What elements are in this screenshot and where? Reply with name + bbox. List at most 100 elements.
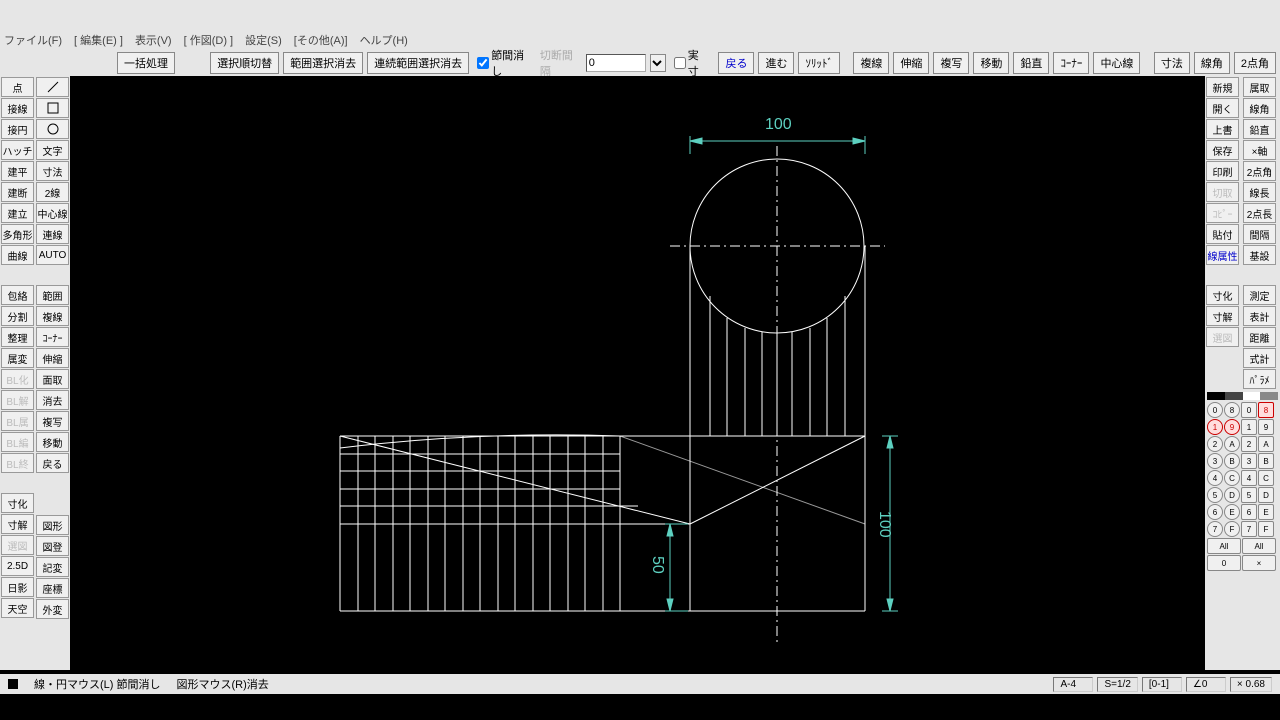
tool-l1b-5[interactable]: BL解 — [1, 390, 34, 410]
tool-l1-0[interactable]: 点 — [1, 77, 34, 97]
tool-l1c-4[interactable]: 日影 — [1, 577, 34, 597]
layer-zero[interactable]: 0 — [1207, 555, 1241, 571]
layer-cell-4-1[interactable]: C — [1224, 470, 1240, 486]
tool-l1-3[interactable]: ハッチ — [1, 140, 34, 160]
menu-file[interactable]: ファイル(F) — [4, 32, 62, 48]
copy-button[interactable]: 複写 — [933, 52, 969, 74]
tool-r1b-2[interactable]: 選図 — [1206, 327, 1239, 347]
tool-r2-1[interactable]: 線角 — [1243, 98, 1276, 118]
layer-cell-5-1[interactable]: D — [1224, 487, 1240, 503]
layer-cell-7-3[interactable]: F — [1258, 521, 1274, 537]
tool-l1c-5[interactable]: 天空 — [1, 598, 34, 618]
angle-button[interactable]: 線角 — [1194, 52, 1230, 74]
tool-l1b-1[interactable]: 分割 — [1, 306, 34, 326]
tool-r2-4[interactable]: 2点角 — [1243, 161, 1276, 181]
tool-l2b-7[interactable]: 移動 — [36, 432, 69, 452]
tool-r1-3[interactable]: 保存 — [1206, 140, 1239, 160]
tool-l2-1[interactable] — [36, 98, 69, 118]
layer-all-right[interactable]: All — [1242, 538, 1276, 554]
chk-nodespan-box[interactable] — [477, 57, 489, 69]
move-button[interactable]: 移動 — [973, 52, 1009, 74]
tool-r1b-1[interactable]: 寸解 — [1206, 306, 1239, 326]
layer-all-left[interactable]: All — [1207, 538, 1241, 554]
tool-r1-6[interactable]: ｺﾋﾟｰ — [1206, 203, 1239, 223]
tool-r2-2[interactable]: 鉛直 — [1243, 119, 1276, 139]
layer-cell-0-3[interactable]: 8 — [1258, 402, 1274, 418]
tool-r2b-0[interactable]: 測定 — [1243, 285, 1276, 305]
layer-cell-0-2[interactable]: 0 — [1241, 402, 1257, 418]
tool-r2b-2[interactable]: 距離 — [1243, 327, 1276, 347]
chk-realsize[interactable]: 実寸 — [674, 47, 707, 79]
tool-l2b-3[interactable]: 伸縮 — [36, 348, 69, 368]
tool-l2-4[interactable]: 寸法 — [36, 161, 69, 181]
tool-l2b-0[interactable]: 範囲 — [36, 285, 69, 305]
tool-l2c-2[interactable]: 記変 — [36, 557, 69, 577]
layer-cell-3-2[interactable]: 3 — [1241, 453, 1257, 469]
menu-edit[interactable]: [ 編集(E) ] — [74, 32, 123, 48]
ext-button[interactable]: 伸縮 — [893, 52, 929, 74]
status-paper[interactable]: A-4 — [1053, 677, 1093, 692]
tool-l2c-0[interactable]: 図形 — [36, 515, 69, 535]
status-zoom[interactable]: × 0.68 — [1230, 677, 1272, 692]
tool-l2b-6[interactable]: 複写 — [36, 411, 69, 431]
tool-l1-2[interactable]: 接円 — [1, 119, 34, 139]
tool-l2c-4[interactable]: 外変 — [36, 599, 69, 619]
tool-r1-7[interactable]: 貼付 — [1206, 224, 1239, 244]
tool-l1c-2[interactable]: 選図 — [1, 535, 34, 555]
status-layer[interactable]: [0-1] — [1142, 677, 1182, 692]
tool-l1b-7[interactable]: BL編 — [1, 432, 34, 452]
cut-dropdown[interactable] — [650, 54, 666, 72]
tool-l2-7[interactable]: 連線 — [36, 224, 69, 244]
layer-cell-2-1[interactable]: A — [1224, 436, 1240, 452]
tool-r2-5[interactable]: 線長 — [1243, 182, 1276, 202]
layer-cell-2-0[interactable]: 2 — [1207, 436, 1223, 452]
dupline-button[interactable]: 複線 — [853, 52, 889, 74]
tool-l1c-1[interactable]: 寸解 — [1, 514, 34, 534]
range-del-button[interactable]: 範囲選択消去 — [283, 52, 363, 74]
tool-l2b-2[interactable]: ｺｰﾅｰ — [36, 327, 69, 347]
drawing-canvas[interactable]: 100 100 50 — [70, 76, 1205, 670]
tool-l1c-3[interactable]: 2.5D — [1, 556, 34, 576]
tool-r2-3[interactable]: ×軸 — [1243, 140, 1276, 160]
cont-range-del-button[interactable]: 連続範囲選択消去 — [367, 52, 469, 74]
tool-r1-4[interactable]: 印刷 — [1206, 161, 1239, 181]
tool-l2-2[interactable] — [36, 119, 69, 139]
tool-l1b-3[interactable]: 属変 — [1, 348, 34, 368]
layer-cell-5-0[interactable]: 5 — [1207, 487, 1223, 503]
layer-cell-0-0[interactable]: 0 — [1207, 402, 1223, 418]
back-button[interactable]: 戻る — [718, 52, 754, 74]
tool-l1b-8[interactable]: BL終 — [1, 453, 34, 473]
layer-cell-5-2[interactable]: 5 — [1241, 487, 1257, 503]
cut-value-input[interactable] — [586, 54, 646, 72]
layer-x[interactable]: × — [1242, 555, 1276, 571]
tool-r2b-3[interactable]: 式計 — [1243, 348, 1276, 368]
layer-cell-4-0[interactable]: 4 — [1207, 470, 1223, 486]
tool-r1-8[interactable]: 線属性 — [1206, 245, 1239, 265]
status-scale[interactable]: S=1/2 — [1097, 677, 1137, 692]
layer-cell-4-2[interactable]: 4 — [1241, 470, 1257, 486]
layer-cell-2-2[interactable]: 2 — [1241, 436, 1257, 452]
tool-l2-8[interactable]: AUTO — [36, 245, 69, 265]
tool-r1-5[interactable]: 切取 — [1206, 182, 1239, 202]
tool-r2-6[interactable]: 2点長 — [1243, 203, 1276, 223]
tool-r2b-1[interactable]: 表計 — [1243, 306, 1276, 326]
tool-r2-0[interactable]: 属取 — [1243, 77, 1276, 97]
tool-l2-3[interactable]: 文字 — [36, 140, 69, 160]
layer-cell-6-2[interactable]: 6 — [1241, 504, 1257, 520]
tool-r1-2[interactable]: 上書 — [1206, 119, 1239, 139]
layer-cell-6-1[interactable]: E — [1224, 504, 1240, 520]
tool-l1-1[interactable]: 接線 — [1, 98, 34, 118]
layer-cell-1-3[interactable]: 9 — [1258, 419, 1274, 435]
batch-button[interactable]: 一括処理 — [117, 52, 175, 74]
tool-l1-8[interactable]: 曲線 — [1, 245, 34, 265]
tool-l2c-3[interactable]: 座標 — [36, 578, 69, 598]
status-angle[interactable]: ∠0 — [1186, 677, 1226, 692]
layer-cell-7-1[interactable]: F — [1224, 521, 1240, 537]
layer-cell-1-1[interactable]: 9 — [1224, 419, 1240, 435]
layer-cell-4-3[interactable]: C — [1258, 470, 1274, 486]
layer-cell-5-3[interactable]: D — [1258, 487, 1274, 503]
tool-r1-1[interactable]: 開く — [1206, 98, 1239, 118]
tool-l2b-1[interactable]: 複線 — [36, 306, 69, 326]
layer-cell-2-3[interactable]: A — [1258, 436, 1274, 452]
center-button[interactable]: 中心線 — [1093, 52, 1140, 74]
